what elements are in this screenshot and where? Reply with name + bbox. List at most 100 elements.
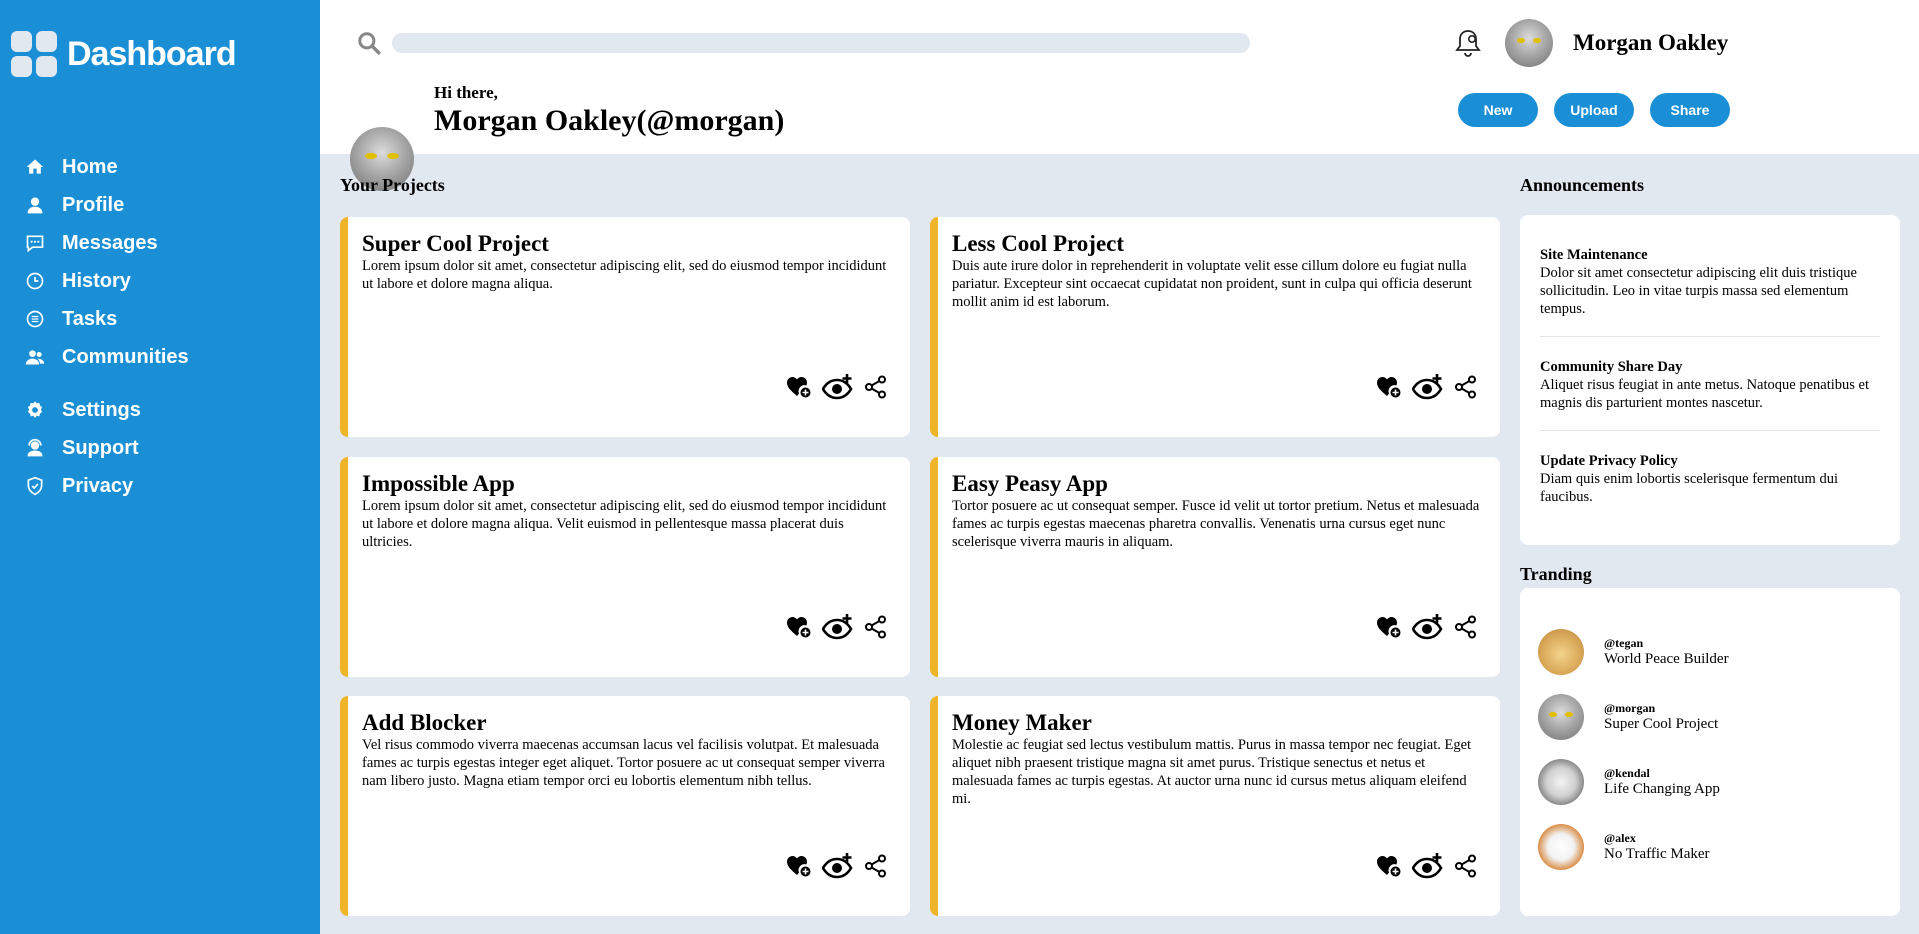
project-card[interactable]: Add Blocker Vel risus commodo viverra ma… bbox=[340, 696, 910, 916]
sidebar-item-label: Support bbox=[62, 436, 139, 459]
trending-handle: @kendal bbox=[1604, 766, 1650, 780]
announcement-item[interactable]: Community Share Day Aliquet risus feugia… bbox=[1540, 359, 1880, 431]
heart-plus-icon[interactable] bbox=[786, 615, 812, 644]
watch-eye-plus-icon[interactable] bbox=[821, 853, 854, 884]
share-icon[interactable] bbox=[864, 375, 888, 404]
sidebar-item-settings[interactable]: Settings bbox=[24, 391, 189, 429]
sidebar-item-history[interactable]: History bbox=[24, 262, 189, 300]
announcement-body: Dolor sit amet consectetur adipiscing el… bbox=[1540, 265, 1857, 317]
announcements-title: Announcements bbox=[1520, 175, 1645, 195]
search-icon[interactable] bbox=[356, 30, 382, 56]
group-icon bbox=[24, 346, 46, 368]
sidebar-nav: Home Profile Messages History Tasks Comm… bbox=[24, 148, 189, 505]
sidebar-item-privacy[interactable]: Privacy bbox=[24, 467, 189, 505]
trending-item[interactable]: @alex No Traffic Maker bbox=[1538, 823, 1882, 871]
avatar bbox=[1538, 759, 1584, 805]
project-description: Lorem ipsum dolor sit amet, consectetur … bbox=[362, 258, 887, 292]
project-description: Tortor posuere ac ut consequat semper. F… bbox=[952, 498, 1480, 550]
projects-title: Your Projects bbox=[340, 175, 445, 195]
card-actions bbox=[776, 374, 888, 405]
brand-title: Dashboard bbox=[67, 34, 237, 73]
clock-icon bbox=[24, 270, 46, 292]
avatar bbox=[1538, 824, 1584, 870]
sidebar-item-communities[interactable]: Communities bbox=[24, 338, 189, 376]
upload-button[interactable]: Upload bbox=[1554, 93, 1634, 127]
sidebar: Dashboard Home Profile Messages History … bbox=[0, 0, 320, 934]
trending-item[interactable]: @kendal Life Changing App bbox=[1538, 758, 1882, 806]
watch-eye-plus-icon[interactable] bbox=[1411, 853, 1444, 884]
announcement-title: Site Maintenance bbox=[1540, 247, 1648, 263]
user-name[interactable]: Morgan Oakley bbox=[1573, 30, 1728, 56]
announcement-title: Community Share Day bbox=[1540, 359, 1683, 375]
watch-eye-plus-icon[interactable] bbox=[1411, 614, 1444, 645]
project-card[interactable]: Easy Peasy App Tortor posuere ac ut cons… bbox=[930, 457, 1500, 677]
share-icon[interactable] bbox=[1454, 854, 1478, 883]
share-icon[interactable] bbox=[1454, 615, 1478, 644]
list-icon bbox=[24, 308, 46, 330]
project-description: Molestie ac feugiat sed lectus vestibulu… bbox=[952, 737, 1472, 807]
trending-project: Super Cool Project bbox=[1604, 716, 1719, 732]
trending-handle: @tegan bbox=[1604, 636, 1644, 650]
shield-icon bbox=[24, 475, 46, 497]
trending-panel: @tegan World Peace Builder @morgan Super… bbox=[1520, 588, 1900, 916]
sidebar-item-profile[interactable]: Profile bbox=[24, 186, 189, 224]
heart-plus-icon[interactable] bbox=[786, 854, 812, 883]
sidebar-item-home[interactable]: Home bbox=[24, 148, 189, 186]
project-title: Easy Peasy App bbox=[952, 471, 1108, 496]
project-title: Money Maker bbox=[952, 710, 1092, 735]
share-icon[interactable] bbox=[864, 854, 888, 883]
new-button[interactable]: New bbox=[1458, 93, 1538, 127]
sidebar-item-support[interactable]: Support bbox=[24, 429, 189, 467]
trending-project: Life Changing App bbox=[1604, 781, 1720, 797]
chat-icon bbox=[24, 232, 46, 254]
avatar bbox=[1538, 629, 1584, 675]
project-description: Vel risus commodo viverra maecenas accum… bbox=[362, 737, 885, 789]
announcement-item[interactable]: Update Privacy Policy Diam quis enim lob… bbox=[1540, 453, 1880, 524]
card-actions bbox=[776, 614, 888, 645]
announcements-panel: Site Maintenance Dolor sit amet consecte… bbox=[1520, 215, 1900, 545]
sidebar-item-label: Profile bbox=[62, 193, 125, 216]
sidebar-item-label: History bbox=[62, 269, 131, 292]
brand[interactable]: Dashboard bbox=[11, 31, 237, 77]
heart-plus-icon[interactable] bbox=[786, 375, 812, 404]
support-agent-icon bbox=[24, 437, 46, 459]
announcement-body: Diam quis enim lobortis scelerisque ferm… bbox=[1540, 471, 1838, 505]
sidebar-item-label: Communities bbox=[62, 345, 189, 368]
trending-title: Tranding bbox=[1520, 564, 1592, 584]
card-actions bbox=[776, 853, 888, 884]
project-title: Super Cool Project bbox=[362, 231, 549, 256]
project-card[interactable]: Impossible App Lorem ipsum dolor sit ame… bbox=[340, 457, 910, 677]
announcement-title: Update Privacy Policy bbox=[1540, 453, 1678, 469]
sidebar-item-label: Home bbox=[62, 155, 118, 178]
trending-item[interactable]: @morgan Super Cool Project bbox=[1538, 693, 1882, 741]
sidebar-item-label: Messages bbox=[62, 231, 158, 254]
announcement-item[interactable]: Site Maintenance Dolor sit amet consecte… bbox=[1540, 247, 1880, 337]
share-icon[interactable] bbox=[864, 615, 888, 644]
project-card[interactable]: Super Cool Project Lorem ipsum dolor sit… bbox=[340, 217, 910, 437]
sidebar-item-messages[interactable]: Messages bbox=[24, 224, 189, 262]
trending-project: No Traffic Maker bbox=[1604, 846, 1710, 862]
project-card[interactable]: Less Cool Project Duis aute irure dolor … bbox=[930, 217, 1500, 437]
sidebar-item-label: Settings bbox=[62, 398, 141, 421]
heart-plus-icon[interactable] bbox=[1376, 854, 1402, 883]
project-card[interactable]: Money Maker Molestie ac feugiat sed lect… bbox=[930, 696, 1500, 916]
project-title: Impossible App bbox=[362, 471, 515, 496]
avatar[interactable] bbox=[1505, 19, 1553, 67]
watch-eye-plus-icon[interactable] bbox=[821, 614, 854, 645]
search-input[interactable] bbox=[392, 33, 1250, 53]
heart-plus-icon[interactable] bbox=[1376, 375, 1402, 404]
card-actions bbox=[1366, 374, 1478, 405]
card-actions bbox=[1366, 614, 1478, 645]
heart-plus-icon[interactable] bbox=[1376, 615, 1402, 644]
bell-icon[interactable] bbox=[1453, 27, 1483, 59]
home-icon bbox=[24, 156, 46, 178]
trending-item[interactable]: @tegan World Peace Builder bbox=[1538, 628, 1882, 676]
trending-handle: @morgan bbox=[1604, 701, 1656, 715]
sidebar-item-tasks[interactable]: Tasks bbox=[24, 300, 189, 338]
watch-eye-plus-icon[interactable] bbox=[1411, 374, 1444, 405]
watch-eye-plus-icon[interactable] bbox=[821, 374, 854, 405]
share-button[interactable]: Share bbox=[1650, 93, 1730, 127]
sidebar-item-label: Tasks bbox=[62, 307, 118, 330]
share-icon[interactable] bbox=[1454, 375, 1478, 404]
sidebar-item-label: Privacy bbox=[62, 474, 134, 497]
